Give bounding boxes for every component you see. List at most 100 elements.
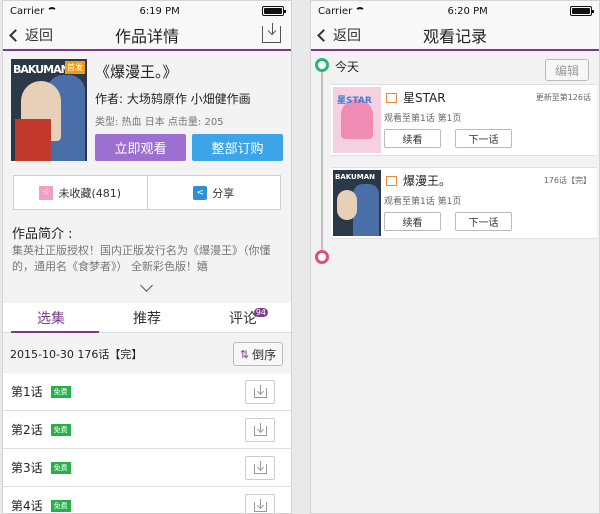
favorite-label: 未收藏(481) — [58, 186, 122, 200]
download-icon[interactable] — [262, 23, 281, 43]
next-chapter-button[interactable]: 下一话 — [455, 129, 512, 148]
carrier-label: Carrier — [318, 5, 353, 17]
sort-icon: ⇅ — [239, 347, 250, 361]
tab-label: 推荐 — [133, 310, 161, 327]
cover-title: BAKUMAN — [13, 63, 70, 76]
history-actions: 续看 下一话 — [384, 212, 512, 231]
chapter-name: 第4话 — [11, 499, 43, 513]
chevron-down-icon[interactable] — [140, 279, 153, 292]
status-bar: Carrier 6:20 PM — [311, 1, 599, 21]
thumb-title: 星STAR — [337, 96, 372, 106]
chapter-item[interactable]: 第2话 免费 — [3, 411, 291, 449]
nav-bar: 返回 作品详情 — [3, 21, 291, 51]
history-update-status: 176话【完】 — [543, 176, 591, 185]
comment-count-badge: 94 — [253, 308, 268, 317]
tab-episodes[interactable]: 选集 — [3, 303, 99, 333]
back-label: 返回 — [25, 28, 53, 44]
chapter-list: 第1话 免费 第2话 免费 第3话 免费 第4话 免费 — [3, 373, 291, 513]
edit-button[interactable]: 编辑 — [545, 59, 589, 81]
favorite-button[interactable]: ☆ 未收藏(481) — [14, 176, 148, 209]
share-label: 分享 — [212, 186, 235, 200]
chapter-download-button[interactable] — [245, 456, 275, 480]
cover-badge: 首发 — [65, 61, 85, 74]
action-buttons: 立即观看 整部订购 — [95, 134, 283, 161]
carrier-label: Carrier — [10, 5, 45, 17]
tab-label: 评论 — [229, 310, 257, 327]
reverse-sort-button[interactable]: ⇅ 倒序 — [233, 342, 283, 366]
carrier-info: Carrier — [10, 5, 58, 17]
subscribe-all-button[interactable]: 整部订购 — [192, 134, 283, 161]
history-item[interactable]: BAKUMAN 爆漫王。 176话【完】 观看至第1话 第1页 续看 下一话 — [331, 167, 597, 239]
history-screen: Carrier 6:20 PM 返回 观看记录 编辑 今天 星STAR 星STA… — [310, 0, 600, 514]
tab-comments[interactable]: 评论 94 — [195, 303, 291, 332]
share-button[interactable]: < 分享 — [148, 176, 281, 209]
carrier-info: Carrier — [318, 5, 366, 17]
back-button[interactable]: 返回 — [9, 25, 53, 45]
free-badge: 免费 — [50, 499, 71, 512]
screen-divider — [292, 0, 310, 514]
timeline-start-dot — [315, 58, 329, 72]
comic-info-section: BAKUMAN 首发 《爆漫王。》 作者: 大场鸫原作 小畑健作画 类型: 热血… — [11, 55, 283, 165]
fav-share-bar: ☆ 未收藏(481) < 分享 — [13, 175, 281, 210]
free-badge: 免费 — [50, 385, 71, 398]
page-title: 观看记录 — [422, 27, 487, 46]
sort-label: 倒序 — [252, 347, 277, 362]
comic-meta: 《爆漫王。》 作者: 大场鸫原作 小畑健作画 类型: 热血 日本 点击量: 20… — [95, 61, 283, 161]
chapter-download-button[interactable] — [245, 380, 275, 404]
continue-button[interactable]: 续看 — [384, 129, 441, 148]
chapter-download-button[interactable] — [245, 418, 275, 442]
comic-title: 《爆漫王。》 — [95, 63, 178, 81]
status-time: 6:20 PM — [447, 5, 488, 17]
history-item[interactable]: 星STAR 星STAR 更新至第126话 观看至第1话 第1页 续看 下一话 — [331, 84, 597, 156]
chevron-left-icon — [9, 28, 22, 42]
nav-bar: 返回 观看记录 — [311, 21, 599, 51]
comic-author: 作者: 大场鸫原作 小畑健作画 — [95, 92, 251, 106]
history-actions: 续看 下一话 — [384, 129, 512, 148]
sort-bar: 2015-10-30 176话【完】 ⇅ 倒序 — [3, 337, 291, 371]
history-progress: 观看至第1话 第1页 — [384, 114, 462, 124]
chapter-item[interactable]: 第4话 免费 — [3, 487, 291, 513]
status-time: 6:19 PM — [139, 5, 180, 17]
battery-icon — [570, 6, 594, 16]
chapter-name: 第3话 — [11, 461, 43, 475]
chapter-name: 第1话 — [11, 385, 43, 399]
watch-now-button[interactable]: 立即观看 — [95, 134, 186, 161]
free-badge: 免费 — [50, 423, 71, 436]
comic-cover[interactable]: BAKUMAN 首发 — [11, 59, 87, 161]
date-label: 今天 — [335, 60, 360, 74]
intro-text: 集英社正版授权！国内正版发行名为《爆漫王》（你懂的，通用名《食梦者》） 全新彩色… — [12, 244, 271, 273]
book-icon — [386, 176, 397, 186]
next-chapter-button[interactable]: 下一话 — [455, 212, 512, 231]
history-thumbnail[interactable]: 星STAR — [333, 87, 381, 153]
tab-recommend[interactable]: 推荐 — [99, 303, 195, 332]
tab-label: 选集 — [37, 310, 65, 327]
back-button[interactable]: 返回 — [317, 25, 361, 45]
detail-tabs: 选集 推荐 评论 94 — [3, 303, 291, 333]
back-label: 返回 — [333, 28, 361, 44]
history-thumbnail[interactable]: BAKUMAN — [333, 170, 381, 236]
chapter-download-button[interactable] — [245, 494, 275, 513]
page-title: 作品详情 — [114, 27, 179, 46]
history-title: 爆漫王。 — [403, 174, 452, 188]
chapter-item[interactable]: 第3话 免费 — [3, 449, 291, 487]
share-icon: < — [193, 185, 208, 200]
chapter-name: 第2话 — [11, 423, 43, 437]
thumb-title: BAKUMAN — [335, 173, 375, 181]
timeline-line — [321, 65, 323, 257]
timeline-end-dot — [315, 250, 329, 264]
free-badge: 免费 — [50, 461, 71, 474]
book-icon — [386, 93, 397, 103]
update-info: 2015-10-30 176话【完】 — [10, 348, 143, 361]
star-icon: ☆ — [39, 185, 54, 200]
history-update-status: 更新至第126话 — [535, 93, 591, 102]
wifi-icon — [47, 7, 58, 15]
chapter-item[interactable]: 第1话 免费 — [3, 373, 291, 411]
battery-icon — [262, 6, 286, 16]
comic-detail-screen: Carrier 6:19 PM 返回 作品详情 BAKUMAN 首发 《爆漫王。… — [2, 0, 292, 514]
continue-button[interactable]: 续看 — [384, 212, 441, 231]
chevron-left-icon — [317, 28, 330, 42]
wifi-icon — [355, 7, 366, 15]
status-bar: Carrier 6:19 PM — [3, 1, 291, 21]
history-progress: 观看至第1话 第1页 — [384, 197, 462, 207]
comic-genre-clicks: 类型: 热血 日本 点击量: 205 — [95, 117, 224, 128]
